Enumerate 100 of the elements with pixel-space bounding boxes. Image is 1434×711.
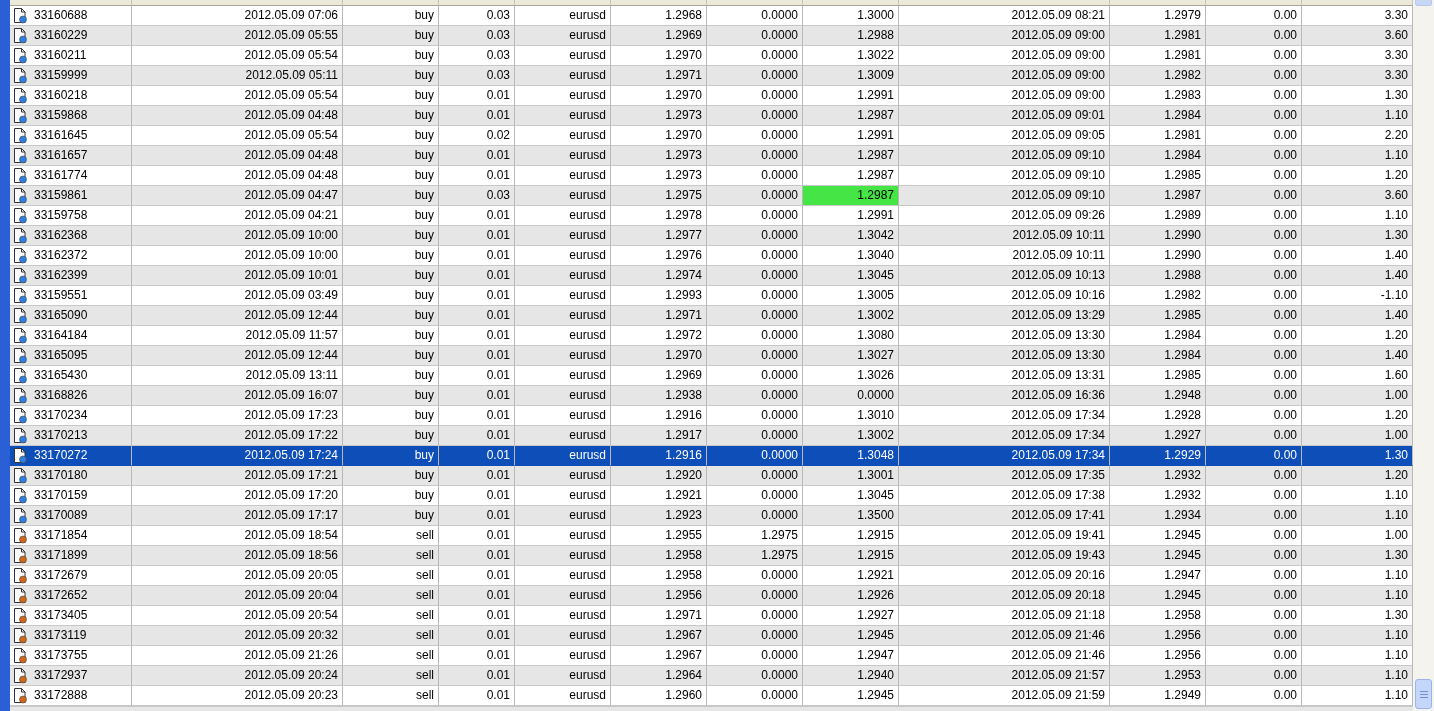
table-cell: 2012.05.09 17:17 bbox=[132, 506, 343, 526]
document-icon bbox=[12, 307, 28, 324]
table-cell: 0.01 bbox=[439, 466, 515, 486]
table-cell: 1.2956 bbox=[1110, 626, 1206, 646]
ticket-number: 33170180 bbox=[34, 467, 88, 484]
table-cell: buy bbox=[343, 146, 439, 166]
table-cell: eurusd bbox=[515, 506, 611, 526]
ticket-number: 33168826 bbox=[34, 387, 88, 404]
document-icon bbox=[12, 27, 28, 44]
table-cell: 0.00 bbox=[1206, 226, 1302, 246]
table-row[interactable]: 33172937 2012.05.09 20:24 sell 0.01 eurusd 1.2964 0.0000 1.2940 2012.05.09 21:57 1.2953 0.00 1.10 bbox=[10, 666, 1413, 686]
table-row[interactable]: 33162368 2012.05.09 10:00 buy 0.01 eurusd 1.2977 0.0000 1.3042 2012.05.09 10:11 1.2990 0.00 1.30 bbox=[10, 226, 1413, 246]
ticket-number: 33170213 bbox=[34, 427, 88, 444]
document-icon bbox=[12, 227, 28, 244]
table-row[interactable]: 33165095 2012.05.09 12:44 buy 0.01 eurusd 1.2970 0.0000 1.3027 2012.05.09 13:30 1.2984 0.00 1.40 bbox=[10, 346, 1413, 366]
table-row[interactable]: 33159868 2012.05.09 04:48 buy 0.01 eurusd 1.2973 0.0000 1.2987 2012.05.09 09:01 1.2984 0.00 1.10 bbox=[10, 106, 1413, 126]
table-row[interactable]: 33170272 2012.05.09 17:24 buy 0.01 eurusd 1.2916 0.0000 1.3048 2012.05.09 17:34 1.2929 0.00 1.30 bbox=[10, 446, 1413, 466]
table-row[interactable]: 33170089 2012.05.09 17:17 buy 0.01 eurusd 1.2923 0.0000 1.3500 2012.05.09 17:41 1.2934 0.00 1.10 bbox=[10, 506, 1413, 526]
table-cell: 2012.05.09 21:57 bbox=[899, 666, 1110, 686]
table-cell: 0.0000 bbox=[707, 226, 803, 246]
table-cell: 1.2984 bbox=[1110, 346, 1206, 366]
ticket-number: 33165095 bbox=[34, 347, 88, 364]
document-icon bbox=[12, 267, 28, 284]
table-cell: 0.0000 bbox=[803, 386, 899, 406]
table-row[interactable]: 33172652 2012.05.09 20:04 sell 0.01 eurusd 1.2956 0.0000 1.2926 2012.05.09 20:18 1.2945 0.00 1.10 bbox=[10, 586, 1413, 606]
table-cell: eurusd bbox=[515, 626, 611, 646]
document-icon bbox=[12, 347, 28, 364]
table-row[interactable]: 33171899 2012.05.09 18:56 sell 0.01 eurusd 1.2958 1.2975 1.2915 2012.05.09 19:43 1.2945 0.00 1.30 bbox=[10, 546, 1413, 566]
table-cell: buy bbox=[343, 306, 439, 326]
table-cell: 2012.05.09 16:36 bbox=[899, 386, 1110, 406]
table-cell: buy bbox=[343, 66, 439, 86]
table-cell: 1.2945 bbox=[1110, 586, 1206, 606]
table-cell: 1.2923 bbox=[611, 506, 707, 526]
table-cell: eurusd bbox=[515, 266, 611, 286]
ticket-number: 33160688 bbox=[34, 7, 88, 24]
table-row[interactable]: 33170213 2012.05.09 17:22 buy 0.01 eurusd 1.2917 0.0000 1.3002 2012.05.09 17:34 1.2927 0.00 1.00 bbox=[10, 426, 1413, 446]
ticket-number: 33170159 bbox=[34, 487, 88, 504]
table-cell: 1.3045 bbox=[803, 266, 899, 286]
table-cell: buy bbox=[343, 346, 439, 366]
table-row[interactable]: 33161657 2012.05.09 04:48 buy 0.01 eurusd 1.2973 0.0000 1.2987 2012.05.09 09:10 1.2984 0.00 1.10 bbox=[10, 146, 1413, 166]
table-row[interactable]: 33173119 2012.05.09 20:32 sell 0.01 eurusd 1.2967 0.0000 1.2945 2012.05.09 21:46 1.2956 0.00 1.10 bbox=[10, 626, 1413, 646]
ticket-number: 33159551 bbox=[34, 287, 88, 304]
document-icon bbox=[12, 127, 28, 144]
scroll-up-button[interactable] bbox=[1415, 0, 1432, 6]
table-cell: 2012.05.09 19:43 bbox=[899, 546, 1110, 566]
table-cell: 1.2984 bbox=[1110, 106, 1206, 126]
table-cell: 1.3001 bbox=[803, 466, 899, 486]
ticket-number: 33162368 bbox=[34, 227, 88, 244]
document-icon bbox=[12, 667, 28, 684]
document-icon bbox=[12, 107, 28, 124]
ticket-number: 33165090 bbox=[34, 307, 88, 324]
table-row[interactable]: 33168826 2012.05.09 16:07 buy 0.01 eurusd 1.2938 0.0000 0.0000 2012.05.09 16:36 1.2948 0.00 1.00 bbox=[10, 386, 1413, 406]
table-cell: 0.0000 bbox=[707, 666, 803, 686]
table-cell: 2012.05.09 04:48 bbox=[132, 106, 343, 126]
table-cell: 1.2945 bbox=[1110, 546, 1206, 566]
ticket-number: 33172652 bbox=[34, 587, 88, 604]
table-row[interactable]: 33160229 2012.05.09 05:55 buy 0.03 eurusd 1.2969 0.0000 1.2988 2012.05.09 09:00 1.2981 0.00 3.60 bbox=[10, 26, 1413, 46]
table-cell: 1.3027 bbox=[803, 346, 899, 366]
table-cell: 0.0000 bbox=[707, 146, 803, 166]
table-cell: buy bbox=[343, 386, 439, 406]
document-icon bbox=[12, 507, 28, 524]
table-cell: 0.0000 bbox=[707, 306, 803, 326]
table-cell: 2012.05.09 09:01 bbox=[899, 106, 1110, 126]
table-cell: eurusd bbox=[515, 346, 611, 366]
table-cell: 0.01 bbox=[439, 546, 515, 566]
table-cell: 2012.05.09 04:47 bbox=[132, 186, 343, 206]
ticket-number: 33171854 bbox=[34, 527, 88, 544]
table-cell: buy bbox=[343, 186, 439, 206]
table-cell: 0.01 bbox=[439, 666, 515, 686]
document-icon bbox=[12, 467, 28, 484]
table-row[interactable]: 33170180 2012.05.09 17:21 buy 0.01 eurusd 1.2920 0.0000 1.3001 2012.05.09 17:35 1.2932 0.00 1.20 bbox=[10, 466, 1413, 486]
table-cell: 1.2987 bbox=[803, 106, 899, 126]
document-icon bbox=[12, 427, 28, 444]
ticket-number: 33165430 bbox=[34, 367, 88, 384]
ticket-number: 33159999 bbox=[34, 67, 88, 84]
table-cell: eurusd bbox=[515, 146, 611, 166]
ticket-number: 33159861 bbox=[34, 187, 88, 204]
ticket-number: 33171899 bbox=[34, 547, 88, 564]
table-cell: 0.01 bbox=[439, 146, 515, 166]
scrollbar-thumb[interactable] bbox=[1415, 679, 1432, 709]
ticket-number: 33173119 bbox=[34, 627, 87, 644]
table-cell: 1.2982 bbox=[1110, 66, 1206, 86]
table-cell: eurusd bbox=[515, 66, 611, 86]
table-cell: buy bbox=[343, 266, 439, 286]
ticket-number: 33170234 bbox=[34, 407, 88, 424]
ticket-number: 33172937 bbox=[34, 667, 88, 684]
table-cell: 2012.05.09 09:00 bbox=[899, 26, 1110, 46]
table-cell: 2012.05.09 16:07 bbox=[132, 386, 343, 406]
table-row[interactable]: 33165090 2012.05.09 12:44 buy 0.01 eurusd 1.2971 0.0000 1.3002 2012.05.09 13:29 1.2985 0.00 1.40 bbox=[10, 306, 1413, 326]
table-cell: 0.01 bbox=[439, 226, 515, 246]
table-cell: 1.2987 bbox=[803, 146, 899, 166]
table-cell: 1.2915 bbox=[803, 546, 899, 566]
table-cell: 1.2958 bbox=[611, 546, 707, 566]
table-cell: 2012.05.09 09:10 bbox=[899, 186, 1110, 206]
table-cell: 1.2985 bbox=[1110, 306, 1206, 326]
table-row[interactable]: 33159999 2012.05.09 05:11 buy 0.03 eurusd 1.2971 0.0000 1.3009 2012.05.09 09:00 1.2982 0.00 3.30 bbox=[10, 66, 1413, 86]
table-cell: 0.01 bbox=[439, 306, 515, 326]
ticket-number: 33170089 bbox=[34, 507, 88, 524]
table-row[interactable]: 33162399 2012.05.09 10:01 buy 0.01 eurusd 1.2974 0.0000 1.3045 2012.05.09 10:13 1.2988 0.00 1.40 bbox=[10, 266, 1413, 286]
table-row[interactable]: 33159861 2012.05.09 04:47 buy 0.03 eurusd 1.2975 0.0000 1.2987 2012.05.09 09:10 1.2987 0.00 3.60 bbox=[10, 186, 1413, 206]
